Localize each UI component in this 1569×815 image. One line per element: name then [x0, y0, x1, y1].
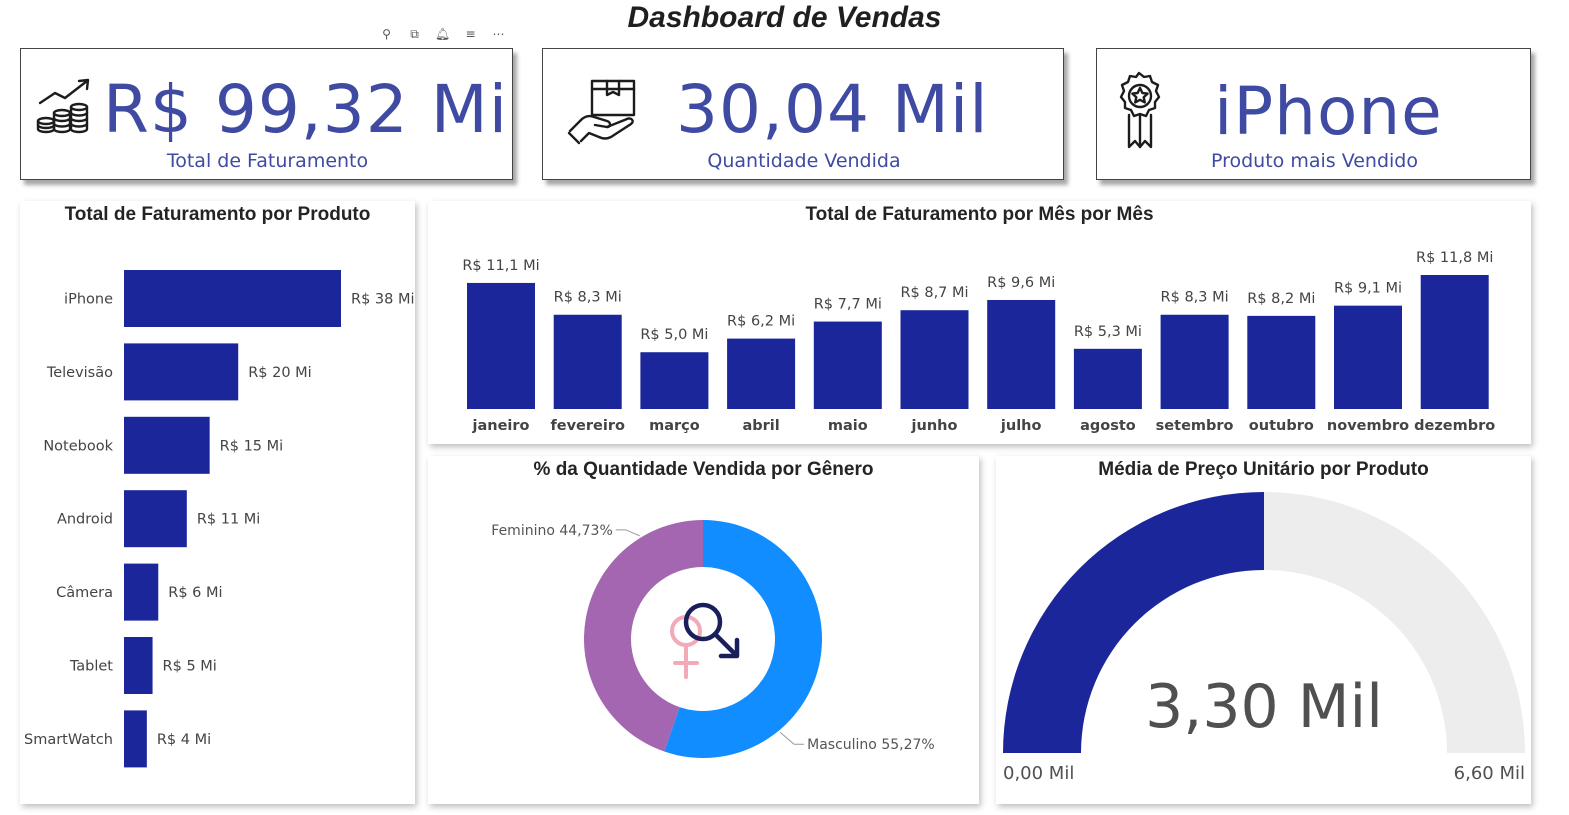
category-label: abril: [742, 418, 779, 434]
bar[interactable]: [1160, 314, 1229, 409]
category-label: outubro: [1249, 418, 1314, 434]
bar[interactable]: [124, 416, 210, 474]
data-label: R$ 5 Mi: [163, 659, 217, 675]
pin-icon[interactable]: ⚲: [378, 26, 395, 42]
bar[interactable]: [553, 314, 622, 409]
bar[interactable]: [124, 710, 147, 768]
category-label: Câmera: [56, 585, 113, 601]
category-label: março: [649, 418, 700, 434]
category-label: Televisão: [46, 365, 113, 381]
data-label: R$ 11,1 Mi: [462, 258, 539, 274]
data-label: R$ 5,0 Mi: [640, 327, 708, 343]
data-label: Masculino 55,27%: [807, 737, 935, 753]
bar[interactable]: [124, 637, 153, 694]
data-label: Feminino 44,73%: [491, 523, 612, 539]
visual-header-toolbar: ⚲ ⧉ 🔔︎ ≡ ⋯: [378, 26, 507, 42]
data-label: R$ 15 Mi: [220, 438, 284, 454]
data-label: R$ 8,2 Mi: [1247, 291, 1315, 307]
data-label: R$ 4 Mi: [157, 732, 211, 748]
bar[interactable]: [900, 310, 969, 409]
data-label: R$ 20 Mi: [248, 365, 312, 381]
bar[interactable]: [124, 490, 187, 548]
bar[interactable]: [124, 270, 341, 327]
revenue-by-month-chart: R$ 11,1 Mi janeiro R$ 8,3 Mi fevereiro R$ 5,…: [462, 250, 1495, 434]
category-label: maio: [828, 418, 868, 434]
data-label: R$ 8,3 Mi: [1161, 290, 1229, 306]
copy-icon[interactable]: ⧉: [406, 26, 423, 42]
category-label: iPhone: [64, 292, 113, 308]
data-label: R$ 5,3 Mi: [1074, 324, 1142, 340]
gauge-max-label: 6,60 Mil: [1454, 763, 1525, 784]
bar[interactable]: [1073, 348, 1142, 409]
data-label: R$ 8,7 Mi: [900, 285, 968, 301]
bar[interactable]: [987, 299, 1056, 409]
category-label: novembro: [1327, 418, 1409, 434]
bar[interactable]: [124, 343, 239, 401]
data-label: R$ 6 Mi: [168, 585, 222, 601]
kpi-label: Quantidade Vendida: [707, 150, 901, 172]
revenue-by-month-panel[interactable]: Total de Faturamento por Mês por Mês R$ …: [428, 201, 1531, 444]
revenue-by-product-chart: iPhone R$ 38 Mi Televisão R$ 20 Mi Notebook R…: [24, 270, 415, 768]
data-label: R$ 7,7 Mi: [814, 297, 882, 313]
category-label: Notebook: [43, 438, 113, 454]
bar[interactable]: [1247, 315, 1316, 409]
category-label: agosto: [1080, 418, 1136, 434]
gender-symbols-icon: [670, 602, 740, 679]
bar[interactable]: [727, 338, 796, 409]
category-label: fevereiro: [550, 418, 625, 434]
category-label: setembro: [1156, 418, 1234, 434]
data-label: R$ 38 Mi: [351, 292, 415, 308]
data-label: R$ 9,1 Mi: [1334, 281, 1402, 297]
bar[interactable]: [467, 282, 535, 409]
revenue-by-product-panel[interactable]: Total de Faturamento por Produto iPhone R…: [20, 201, 415, 804]
bar[interactable]: [1420, 275, 1489, 409]
kpi-value: iPhone: [1214, 73, 1443, 150]
avg-unit-price-panel[interactable]: Média de Preço Unitário por Produto 3,30…: [996, 456, 1531, 804]
quantity-by-gender-panel[interactable]: % da Quantidade Vendida por Gênero Femin…: [428, 456, 979, 804]
avg-unit-price-gauge: 3,30 Mil 0,00 Mil 6,60 Mil: [1003, 492, 1525, 784]
kpi-label: Produto mais Vendido: [1210, 150, 1418, 172]
more-options-icon[interactable]: ⋯: [490, 26, 507, 42]
category-label: junho: [911, 418, 958, 434]
kpi-value: 30,04 Mil: [676, 71, 989, 148]
gauge-value: 3,30 Mil: [1145, 672, 1383, 742]
box-in-hand-icon: [567, 79, 636, 145]
kpi-card-top-product[interactable]: iPhone Produto mais Vendido: [1096, 48, 1531, 180]
bell-icon[interactable]: 🔔︎: [434, 26, 451, 42]
kpi-card-quantity[interactable]: 30,04 Mil Quantidade Vendida: [542, 48, 1064, 180]
gauge-min-label: 0,00 Mil: [1003, 763, 1074, 784]
bar[interactable]: [640, 352, 709, 409]
quantity-by-gender-chart: Feminino 44,73% Masculino 55,27%: [491, 520, 935, 758]
leader-line: [615, 529, 640, 537]
data-label: R$ 11 Mi: [197, 512, 261, 528]
category-label: Tablet: [69, 659, 113, 675]
data-label: R$ 9,6 Mi: [987, 275, 1055, 291]
kpi-card-revenue[interactable]: R$ 99,32 Mi Total de Faturamento: [20, 48, 513, 180]
leader-line: [779, 731, 805, 745]
dashboard-title: Dashboard de Vendas: [627, 1, 942, 34]
data-label: R$ 8,3 Mi: [554, 290, 622, 306]
category-label: julho: [1000, 418, 1042, 434]
bar[interactable]: [813, 321, 882, 409]
kpi-label: Total de Faturamento: [166, 150, 369, 172]
category-label: Android: [57, 512, 113, 528]
bar[interactable]: [124, 563, 159, 621]
filter-icon[interactable]: ≡: [462, 26, 479, 42]
data-label: R$ 11,8 Mi: [1416, 250, 1493, 266]
revenue-growth-icon: [36, 78, 90, 134]
kpi-value: R$ 99,32 Mi: [103, 71, 509, 148]
bar[interactable]: [1334, 305, 1402, 409]
category-label: SmartWatch: [24, 732, 113, 748]
category-label: dezembro: [1414, 418, 1495, 434]
award-ribbon-icon: [1119, 71, 1161, 149]
category-label: janeiro: [472, 418, 530, 434]
data-label: R$ 6,2 Mi: [727, 314, 795, 330]
